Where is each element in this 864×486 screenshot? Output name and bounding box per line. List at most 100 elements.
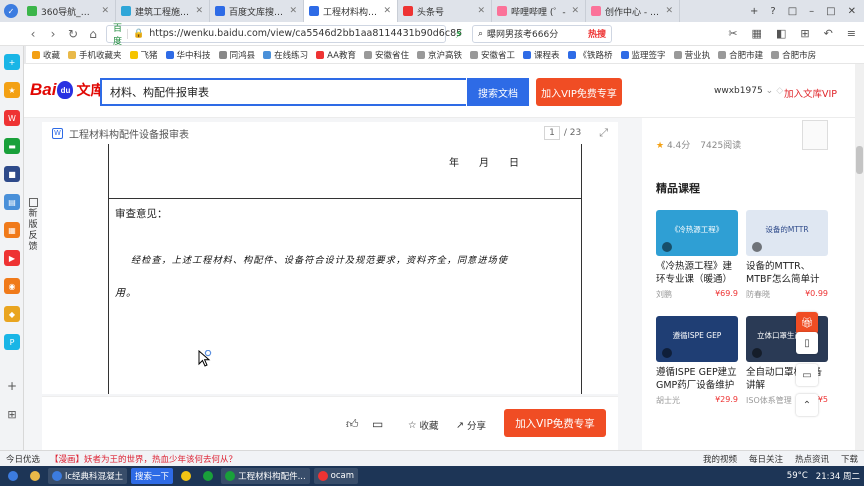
skin-button[interactable]: □ [788,6,797,17]
scissors-icon[interactable]: ✂ [728,27,737,40]
taskbar-app[interactable] [177,468,195,484]
bookmark-item[interactable]: 华中科技 [165,49,211,61]
hot-search-input[interactable]: ⌕ 曝网男孩考666分 热搜 [472,24,612,43]
bookmark-item[interactable]: 同鸿县 [218,49,255,61]
forward-icon[interactable]: › [46,27,60,41]
apps-grid-icon[interactable]: ⊞ [4,406,20,422]
tab-close-icon[interactable]: ✕ [195,6,203,16]
url-input[interactable]: 百度 🔒 https://wenku.baidu.com/view/ca5546… [106,24,462,47]
weather-item[interactable]: 今日优选 [6,453,40,465]
star-icon[interactable]: ★ [4,82,20,98]
clock[interactable]: 21:34 周二 [816,470,860,482]
comment-icon[interactable]: ▭ [372,417,383,431]
add-icon[interactable]: + [4,378,20,394]
my-video-button[interactable]: 我的视频 [703,453,737,465]
grid-icon[interactable]: ⊞ [800,27,809,40]
app-icon[interactable]: ◉ [4,278,20,294]
tab-close-icon[interactable]: ✕ [477,6,485,16]
tab-engineering-materials[interactable]: 工程材料构配件 ✕ [304,0,398,22]
bookmark-item[interactable]: 营业执 [673,49,710,61]
taskbar-app[interactable] [199,468,217,484]
back-icon[interactable]: ‹ [26,27,40,41]
course-card[interactable]: 设备的MTTR 设备的MTTR、MTBF怎么简单计算 防春晓 ¥0.99 [746,210,828,300]
bookmark-item[interactable]: 合肥市建 [718,49,763,61]
course-card[interactable]: 《冷热源工程》 《冷热源工程》建环专业课（暖通） 刘鹏 ¥69.9 [656,210,738,300]
search-docs-button[interactable]: 搜索文档 [467,78,529,106]
game-icon[interactable]: ▦ [4,222,20,238]
new-tab-button[interactable]: + [750,6,758,17]
tab-bilibili[interactable]: 哔哩哔哩 (゜- ✕ [492,0,586,22]
doc-thumbnail[interactable] [802,120,828,150]
bookmark-item[interactable]: 安徽省工 [470,49,515,61]
tab-close-icon[interactable]: ✕ [571,6,579,16]
app-icon[interactable]: ◆ [4,306,20,322]
gamepad-icon[interactable]: ◧ [776,27,786,40]
help-button[interactable]: ? [770,6,775,17]
weibo-icon[interactable]: W [4,110,20,126]
home-icon[interactable]: ⌂ [86,27,100,41]
doc-search-input[interactable]: 材料、构配件报审表 [100,78,466,106]
mobile-icon[interactable]: ▯ [796,332,818,354]
fullscreen-icon[interactable]: ⤢ [599,126,608,140]
join-vip-button[interactable]: 加入VIP免费专享 [536,78,622,106]
bookmark-item[interactable]: 合肥市房 [771,49,816,61]
video-icon[interactable]: ▶ [4,250,20,266]
share-button[interactable]: ↗ 分享 [456,418,486,433]
join-vip-bottom-button[interactable]: 加入VIP免费专享 [504,409,606,437]
feedback-tab[interactable]: 新 版 反 馈 [26,198,40,253]
chat-icon[interactable]: ▬ [4,138,20,154]
close-window-button[interactable]: ✕ [848,6,856,17]
document-icon[interactable]: ▤ [4,194,20,210]
bookmark-item[interactable]: 监理签字 [620,49,666,61]
baidu-wenku-logo[interactable]: Bai du 文库 [30,77,104,103]
daily-focus-button[interactable]: 每日关注 [749,453,783,465]
bookmark-item[interactable]: 飞猪 [129,49,158,61]
bookmark-item[interactable]: 《铁路桥 [567,49,613,61]
bookmark-item[interactable]: 课程表 [523,49,560,61]
plus-circle-icon[interactable]: + [4,54,20,70]
tab-toutiao[interactable]: 头条号 ✕ [398,0,492,22]
course-card[interactable]: 遵循ISPE GEP 遵循ISPE GEP建立GMP药厂设备维护 胡士光 ¥29.… [656,316,738,406]
bookmark-item[interactable]: AA教育 [316,49,356,61]
lightning-icon[interactable]: ⚡ [452,27,466,41]
feedback-chat-icon[interactable]: ▭ [796,364,818,386]
tab-construction[interactable]: 建筑工程施工能 ✕ [116,0,210,22]
news-ticker[interactable]: 【漫画】妖者为王的世界，热血少年该何去何从？ [50,453,237,465]
browser-home-icon[interactable]: ✓ [0,0,22,22]
bookmark-item[interactable]: 安徽省住 [363,49,409,61]
refresh-icon[interactable]: ↻ [66,27,80,41]
taskbar-app[interactable]: ocam [313,468,359,484]
hot-news-button[interactable]: 热点资讯 [795,453,829,465]
start-button[interactable] [4,468,22,484]
tab-close-icon[interactable]: ✕ [289,6,297,16]
maximize-button[interactable]: □ [826,6,835,17]
page-number-input[interactable]: 1 [544,126,560,140]
taskbar-search[interactable]: 搜索一下 [131,468,174,484]
taskbar-app[interactable]: lc经典科混凝土 [48,468,128,484]
minimize-button[interactable]: – [809,6,814,17]
taskbar-app[interactable]: 工程材料构配件... [221,468,310,484]
back-to-top-icon[interactable]: ⌃ [796,394,818,416]
tab-wenku-search[interactable]: 百度文库搜索 - ✕ [210,0,304,22]
thumbs-up-icon[interactable]: 👍︎ [346,417,359,432]
bookmark-item[interactable]: 手机收藏夹 [68,49,122,61]
taskbar-app[interactable] [26,468,44,484]
user-menu[interactable]: wwxb1975 ⌄ ◇ [714,86,783,96]
extensions-icon[interactable]: ▦ [752,27,762,40]
collect-button[interactable]: ☆ 收藏 [408,418,439,433]
bookmark-item[interactable]: 在线练习 [263,49,308,61]
undo-icon[interactable]: ↶ [824,27,833,40]
scrollbar-thumb[interactable] [856,146,863,174]
join-wenku-vip-link[interactable]: 加入文库VIP [784,86,837,100]
tab-close-icon[interactable]: ✕ [665,6,673,16]
tab-close-icon[interactable]: ✕ [383,6,391,16]
news-icon[interactable]: ■ [4,166,20,182]
tab-360-nav[interactable]: 360导航_一个主 ✕ [22,0,116,22]
download-button[interactable]: 下载 [841,453,858,465]
tab-creator-center[interactable]: 创作中心 - 哔哩 ✕ [586,0,680,22]
bookmark-item[interactable]: 收藏 [32,49,60,61]
pay-icon[interactable]: P [4,334,20,350]
page-scrollbar[interactable] [855,64,864,450]
bookmark-item[interactable]: 京沪高铁 [416,49,462,61]
menu-icon[interactable]: ≡ [847,27,856,40]
